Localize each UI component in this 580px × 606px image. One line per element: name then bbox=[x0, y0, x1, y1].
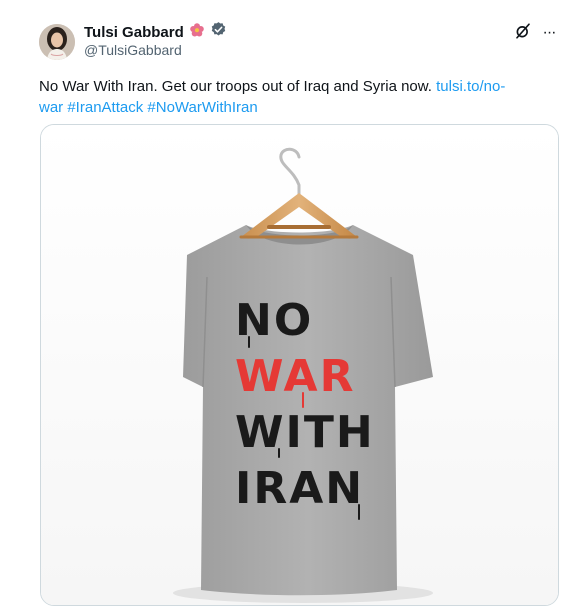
author-handle[interactable]: @TulsiGabbard bbox=[84, 42, 182, 58]
shirt-text-with: WITH bbox=[235, 407, 375, 458]
tweet-text: No War With Iran. Get our troops out of … bbox=[39, 76, 559, 118]
more-options-button[interactable]: ··· bbox=[538, 22, 560, 44]
shirt-text-no: NO bbox=[235, 295, 313, 346]
flower-icon bbox=[189, 22, 205, 43]
tweet-media[interactable]: NO WAR WITH IRAN bbox=[40, 124, 559, 606]
author-display-name[interactable]: Tulsi Gabbard bbox=[84, 24, 184, 41]
tweet-link-continued[interactable]: war bbox=[39, 99, 63, 116]
shirt-text-iran: IRAN bbox=[235, 463, 364, 514]
avatar[interactable] bbox=[39, 24, 75, 60]
author-name-row: Tulsi Gabbard bbox=[84, 22, 227, 42]
verified-badge-icon bbox=[210, 21, 227, 43]
hashtag-iranattack[interactable]: #IranAttack bbox=[67, 99, 143, 116]
avatar-image bbox=[39, 24, 75, 60]
hashtag-nowarwithiran[interactable]: #NoWarWithIran bbox=[147, 99, 257, 116]
tweet-link[interactable]: tulsi.to/no- bbox=[436, 78, 505, 95]
more-icon: ··· bbox=[542, 24, 557, 41]
tweet-body-text: No War With Iran. Get our troops out of … bbox=[39, 78, 437, 95]
tshirt-image: NO WAR WITH IRAN bbox=[41, 125, 558, 605]
grok-icon bbox=[514, 22, 532, 45]
grok-button[interactable] bbox=[512, 22, 534, 44]
shirt-text-war: WAR bbox=[235, 351, 356, 402]
tweet-card: Tulsi Gabbard @TulsiGabbard ··· No War W… bbox=[0, 0, 580, 606]
